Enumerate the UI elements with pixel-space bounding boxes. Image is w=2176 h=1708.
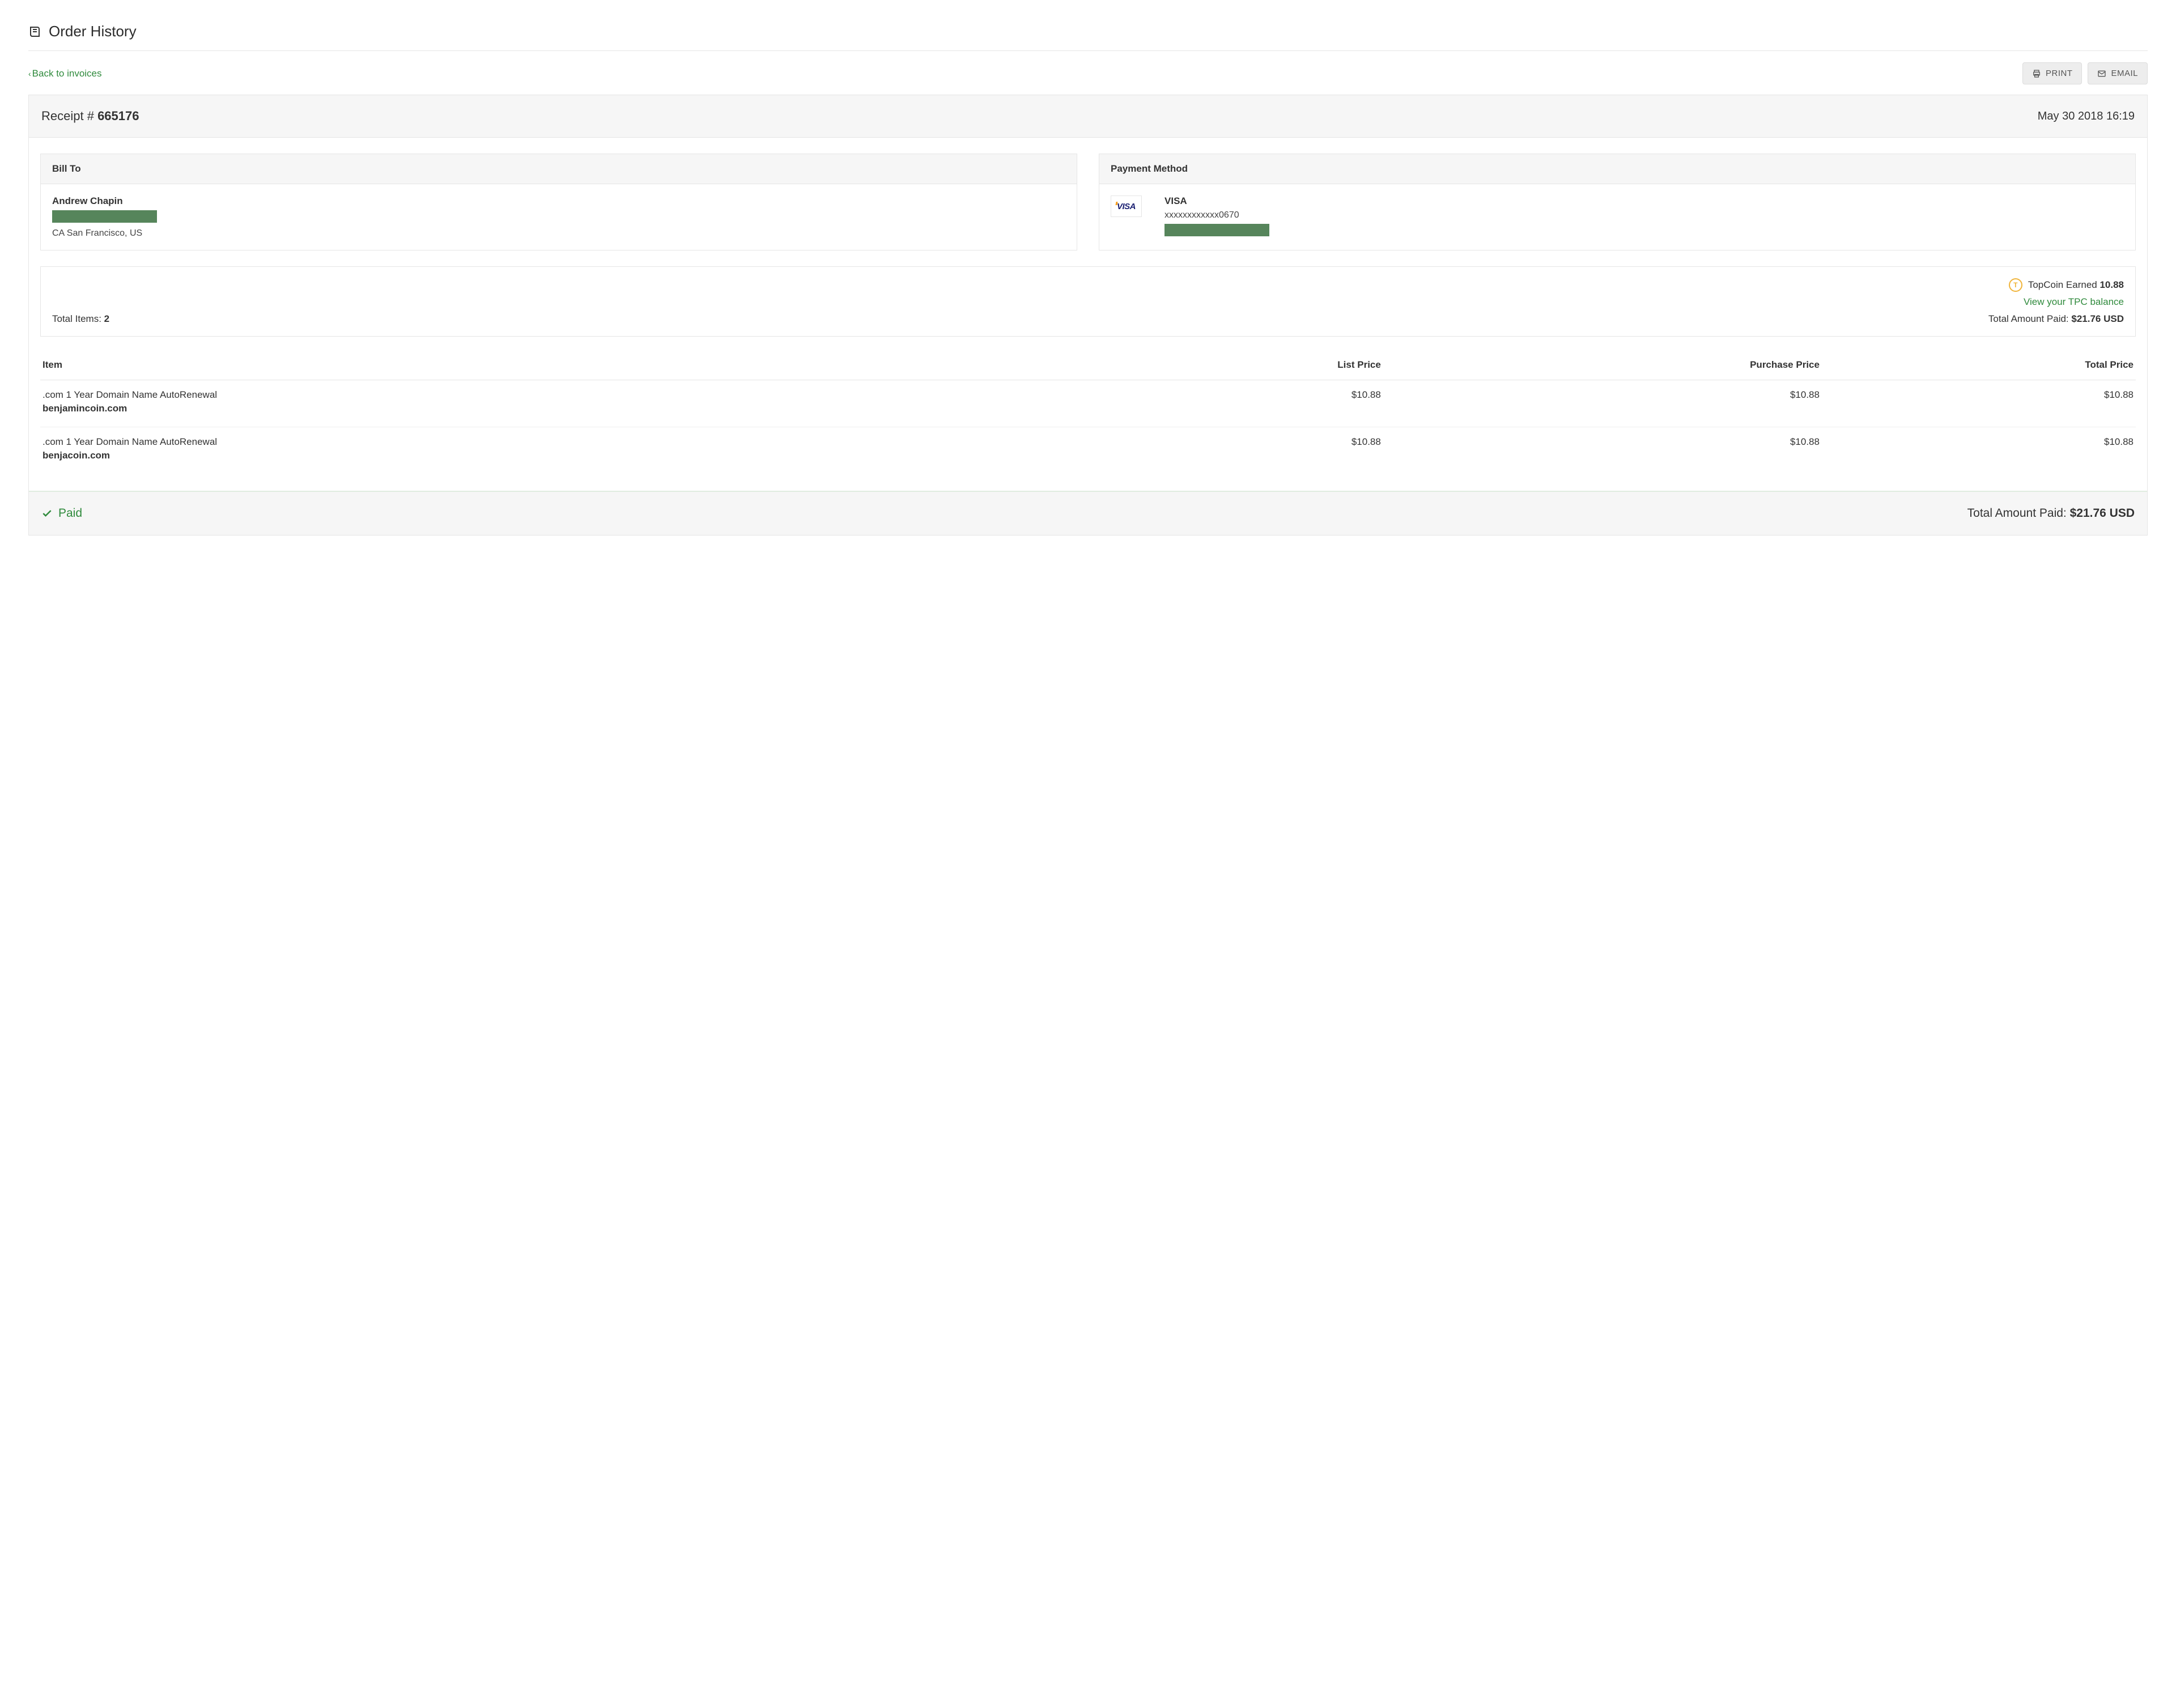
topcoin-amount: 10.88 bbox=[2100, 279, 2124, 290]
print-icon bbox=[2032, 69, 2041, 78]
total-amount-paid: Total Amount Paid: $21.76 USD bbox=[1988, 313, 2124, 325]
print-button[interactable]: PRINT bbox=[2022, 62, 2082, 84]
item-description: .com 1 Year Domain Name AutoRenewal bbox=[42, 389, 217, 400]
paid-status: Paid bbox=[41, 507, 82, 520]
topcoin-icon: T bbox=[2009, 278, 2022, 292]
col-purchase-price: Purchase Price bbox=[1383, 354, 1822, 380]
item-domain: benjamincoin.com bbox=[42, 403, 1098, 414]
bill-to-name: Andrew Chapin bbox=[52, 196, 1065, 207]
visa-badge: VISA bbox=[1111, 196, 1142, 217]
receipt-title: Receipt # 665176 bbox=[41, 109, 139, 124]
total-paid-value: $21.76 USD bbox=[2071, 313, 2124, 324]
back-link-label: Back to invoices bbox=[32, 68, 102, 79]
paid-label-text: Paid bbox=[58, 507, 82, 520]
receipt: Receipt # 665176 May 30 2018 16:19 Bill … bbox=[28, 95, 2148, 536]
payment-mask: xxxxxxxxxxxx0670 bbox=[1164, 210, 1269, 220]
items-table: Item List Price Purchase Price Total Pri… bbox=[40, 354, 2136, 474]
payment-method-header: Payment Method bbox=[1099, 154, 2135, 184]
footer-total-value: $21.76 USD bbox=[2070, 507, 2135, 520]
page-title: Order History bbox=[49, 23, 137, 40]
book-icon bbox=[28, 25, 42, 39]
receipt-date: May 30 2018 16:19 bbox=[2038, 110, 2135, 123]
total-paid-label: Total Amount Paid: bbox=[1988, 313, 2071, 324]
visa-logo-icon: VISA bbox=[1117, 202, 1136, 211]
payment-text: VISA xxxxxxxxxxxx0670 bbox=[1164, 196, 1269, 236]
bill-to-header: Bill To bbox=[41, 154, 1077, 184]
page-header: Order History bbox=[28, 23, 2148, 51]
bill-to-card: Bill To Andrew Chapin CA San Francisco, … bbox=[40, 154, 1077, 250]
summary-bottom: Total Items: 2 Total Amount Paid: $21.76… bbox=[52, 313, 2124, 325]
table-row: .com 1 Year Domain Name AutoRenewal benj… bbox=[40, 427, 2136, 474]
payment-method-card: Payment Method VISA VISA xxxxxxxxxxxx067… bbox=[1099, 154, 2136, 250]
col-item: Item bbox=[40, 354, 1100, 380]
item-description: .com 1 Year Domain Name AutoRenewal bbox=[42, 436, 217, 447]
top-actions: ‹ Back to invoices PRINT EMAIL bbox=[28, 62, 2148, 84]
receipt-label: Receipt # bbox=[41, 109, 97, 123]
check-icon bbox=[41, 508, 53, 519]
col-list-price: List Price bbox=[1100, 354, 1383, 380]
chevron-left-icon: ‹ bbox=[28, 69, 31, 78]
info-columns: Bill To Andrew Chapin CA San Francisco, … bbox=[40, 154, 2136, 250]
email-button[interactable]: EMAIL bbox=[2088, 62, 2148, 84]
topcoin-earned: T TopCoin Earned 10.88 bbox=[2009, 278, 2124, 292]
action-buttons: PRINT EMAIL bbox=[2022, 62, 2148, 84]
print-label: PRINT bbox=[2046, 69, 2073, 78]
item-list-price: $10.88 bbox=[1100, 427, 1383, 474]
redacted-payment-detail bbox=[1164, 224, 1269, 236]
table-row: .com 1 Year Domain Name AutoRenewal benj… bbox=[40, 380, 2136, 427]
item-purchase-price: $10.88 bbox=[1383, 427, 1822, 474]
item-domain: benjacoin.com bbox=[42, 450, 1098, 461]
footer-total-label: Total Amount Paid: bbox=[1967, 507, 2070, 520]
summary-card: T TopCoin Earned 10.88 View your TPC bal… bbox=[40, 266, 2136, 337]
item-list-price: $10.88 bbox=[1100, 380, 1383, 427]
envelope-icon bbox=[2097, 69, 2106, 78]
item-cell: .com 1 Year Domain Name AutoRenewal benj… bbox=[40, 427, 1100, 474]
total-items: Total Items: 2 bbox=[52, 313, 109, 325]
item-purchase-price: $10.88 bbox=[1383, 380, 1822, 427]
receipt-header: Receipt # 665176 May 30 2018 16:19 bbox=[29, 95, 2147, 138]
item-cell: .com 1 Year Domain Name AutoRenewal benj… bbox=[40, 380, 1100, 427]
view-tpc-balance-link[interactable]: View your TPC balance bbox=[52, 296, 2124, 308]
topcoin-label: TopCoin Earned bbox=[2028, 279, 2100, 290]
total-items-value: 2 bbox=[104, 313, 109, 324]
total-items-label: Total Items: bbox=[52, 313, 104, 324]
receipt-footer: Paid Total Amount Paid: $21.76 USD bbox=[29, 491, 2147, 535]
email-label: EMAIL bbox=[2111, 69, 2138, 78]
col-total-price: Total Price bbox=[1822, 354, 2136, 380]
bill-to-body: Andrew Chapin CA San Francisco, US bbox=[41, 184, 1077, 250]
footer-total: Total Amount Paid: $21.76 USD bbox=[1967, 507, 2135, 520]
payment-method-body: VISA VISA xxxxxxxxxxxx0670 bbox=[1099, 184, 2135, 248]
summary-top: T TopCoin Earned 10.88 View your TPC bal… bbox=[52, 278, 2124, 308]
item-total-price: $10.88 bbox=[1822, 380, 2136, 427]
payment-type: VISA bbox=[1164, 196, 1269, 207]
table-header-row: Item List Price Purchase Price Total Pri… bbox=[40, 354, 2136, 380]
redacted-address bbox=[52, 210, 157, 223]
receipt-body: Bill To Andrew Chapin CA San Francisco, … bbox=[29, 138, 2147, 474]
bill-to-location: CA San Francisco, US bbox=[52, 228, 1065, 239]
receipt-number: 665176 bbox=[97, 109, 139, 123]
item-total-price: $10.88 bbox=[1822, 427, 2136, 474]
back-to-invoices-link[interactable]: ‹ Back to invoices bbox=[28, 68, 102, 79]
